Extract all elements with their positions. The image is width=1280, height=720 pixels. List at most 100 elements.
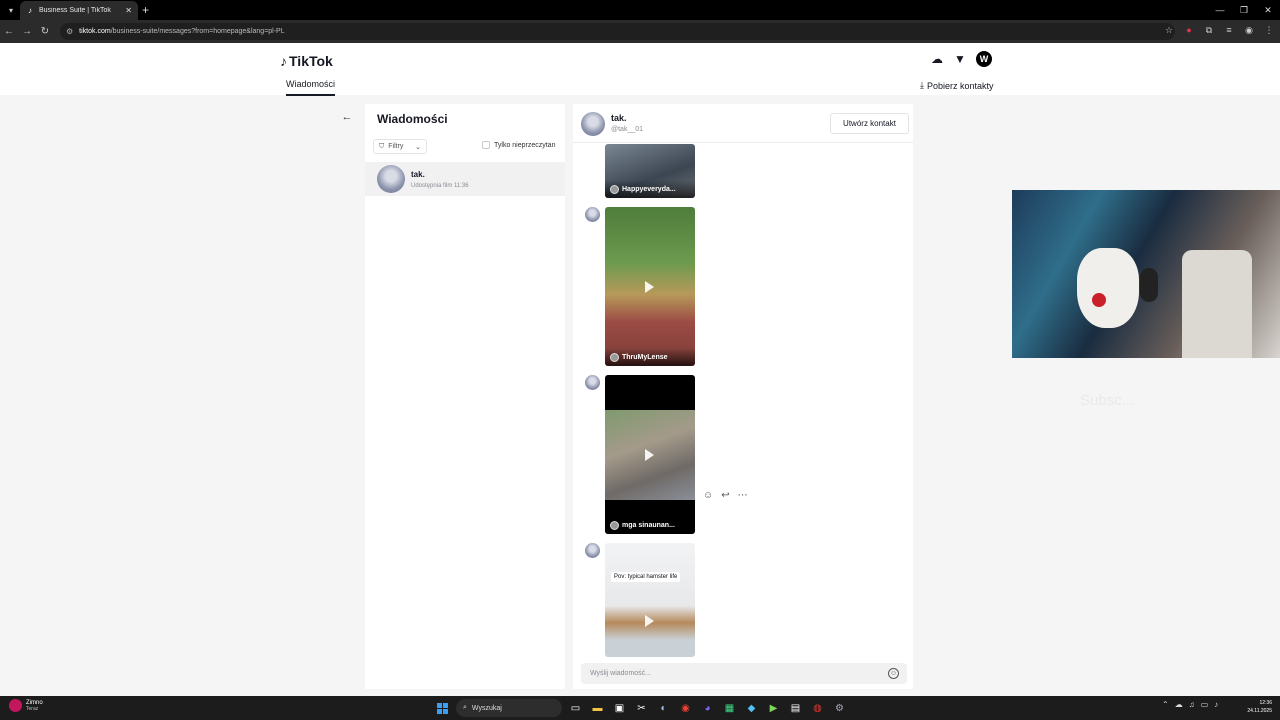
taskbar-search[interactable]: ⌕ Wyszukaj: [456, 699, 562, 717]
webcam-overlay: [1012, 190, 1280, 358]
address-bar-row: ← → ↻ ⚙ tiktok.com /business-suite/messa…: [0, 20, 1280, 43]
media-icon[interactable]: ≡: [1222, 23, 1236, 37]
browser-menu-icon[interactable]: ⋮: [1262, 23, 1276, 37]
video-caption: ThruMyLense: [605, 348, 695, 366]
system-tray: ⌃ ☁ ♫ ▭ ♪: [1162, 700, 1218, 709]
inbox-title: Wiadomości: [377, 112, 448, 126]
conversation-item[interactable]: tak. Udostępnia film 11:36: [365, 162, 565, 196]
task-view-icon[interactable]: ▭: [567, 698, 584, 718]
bookmark-star-icon[interactable]: ☆: [1162, 23, 1176, 37]
reply-icon[interactable]: ↩: [721, 490, 729, 501]
clock-date: 24.11.2025: [1247, 708, 1272, 714]
tab-title: Business Suite | TikTok: [39, 7, 111, 14]
new-tab-button[interactable]: +: [142, 3, 149, 17]
create-contact-button[interactable]: Utwórz kontakt: [830, 113, 909, 134]
app-play-icon[interactable]: ▶: [765, 698, 782, 718]
filters-label: Filtry: [388, 143, 404, 150]
faded-overlay-text: Subsc...: [1080, 392, 1135, 409]
app-dark-icon[interactable]: ▤: [787, 698, 804, 718]
taskbar-search-label: Wyszukaj: [471, 704, 502, 712]
file-explorer-icon[interactable]: ▬: [589, 698, 606, 718]
chrome-icon[interactable]: ◉: [677, 698, 694, 718]
message-list[interactable]: Happyeveryda... ThruMyLense mga sinaunan…: [573, 144, 913, 657]
download-contacts-button[interactable]: ⤓ Pobierz kontakty: [920, 80, 994, 91]
close-window-icon[interactable]: ✕: [1256, 0, 1280, 20]
webcam-chair: [1182, 250, 1252, 358]
emoji-icon[interactable]: ☺: [888, 668, 899, 679]
browser-tab-bar: ▾ ♪ Business Suite | TikTok ✕ + — ❐ ✕: [0, 0, 1280, 20]
profile-icon[interactable]: ◉: [1242, 23, 1256, 37]
discord-icon[interactable]: ◕: [699, 698, 716, 718]
shared-video[interactable]: mga sinaunan...: [605, 375, 695, 534]
logo-text: TikTok: [289, 53, 333, 69]
weather-widget[interactable]: Zimno Teraz: [9, 699, 43, 712]
search-icon: ⌕: [463, 704, 467, 711]
cloud-upload-icon[interactable]: ☁: [930, 52, 944, 66]
tiktok-logo[interactable]: ♪ TikTok: [280, 53, 333, 69]
maximize-icon[interactable]: ❐: [1232, 0, 1256, 20]
tab-messages[interactable]: Wiadomości: [286, 79, 336, 96]
extensions-puzzle-icon[interactable]: ⧉: [1202, 23, 1216, 37]
unread-only-checkbox[interactable]: Tylko nieprzeczytan: [482, 141, 555, 149]
speaker-icon[interactable]: ♪: [1214, 700, 1218, 709]
shared-video[interactable]: Happyeveryda...: [605, 144, 695, 198]
minimize-icon[interactable]: —: [1208, 0, 1232, 20]
capcut-icon[interactable]: ✂: [633, 698, 650, 718]
webcam-headset: [1140, 268, 1158, 302]
video-author: Happyeveryda...: [622, 185, 676, 193]
display-icon[interactable]: ▭: [1201, 700, 1209, 709]
sender-avatar: [585, 543, 600, 558]
shared-video[interactable]: Pov: typical hamster life: [605, 543, 695, 657]
sender-avatar: [585, 207, 600, 222]
settings-gear-icon[interactable]: ⚙: [831, 698, 848, 718]
tiktok-favicon-icon: ♪: [28, 6, 32, 15]
author-avatar: [610, 184, 619, 194]
video-author: mga sinaunan...: [622, 521, 675, 529]
microphone-icon[interactable]: ♫: [1189, 700, 1195, 709]
url-field[interactable]: ⚙ tiktok.com /business-suite/messages?fr…: [60, 23, 1175, 40]
app-red-icon[interactable]: ◍: [809, 698, 826, 718]
filters-dropdown[interactable]: ⛉ Filtry ⌄: [373, 139, 427, 154]
tray-chevron-up-icon[interactable]: ⌃: [1162, 700, 1169, 709]
window-controls: — ❐ ✕: [1208, 0, 1280, 20]
video-caption: mga sinaunan...: [605, 516, 695, 534]
onedrive-cloud-icon[interactable]: ☁: [1175, 700, 1183, 709]
back-arrow-button[interactable]: ←: [340, 110, 354, 124]
app-blue-icon[interactable]: ◆: [743, 698, 760, 718]
taskbar: Zimno Teraz ⌕ Wyszukaj ▭ ▬ ▣ ✂ ◐ ◉ ◕ ▦ ◆…: [0, 696, 1280, 720]
store-icon[interactable]: ▣: [611, 698, 628, 718]
browser-tab[interactable]: ♪ Business Suite | TikTok ✕: [20, 1, 138, 20]
react-emoji-icon[interactable]: ☺: [703, 490, 713, 501]
video-overlay-text: Pov: typical hamster life: [611, 572, 681, 582]
app-green-icon[interactable]: ▦: [721, 698, 738, 718]
account-avatar[interactable]: W: [976, 51, 992, 67]
reload-icon[interactable]: ↻: [36, 26, 54, 37]
browser-toolbar-right: ☆ ● ⧉ ≡ ◉ ⋮: [1162, 23, 1276, 37]
more-icon[interactable]: ⋯: [738, 490, 748, 501]
conversation-avatar: [377, 165, 405, 193]
back-icon[interactable]: ←: [0, 26, 18, 37]
download-icon: ⤓: [920, 80, 924, 90]
tiktok-header: ♪ TikTok Wiadomości ☁ ▼ W ⤓ Pobierz kont…: [0, 43, 1280, 96]
video-caption: Happyeveryda...: [605, 180, 695, 198]
conversation-preview-text: Udostępnia film: [411, 182, 453, 189]
start-windows-icon[interactable]: [434, 698, 451, 718]
shared-video[interactable]: ThruMyLense: [605, 207, 695, 366]
taskbar-clock[interactable]: 12:36 24.11.2025: [1240, 699, 1272, 715]
steam-icon[interactable]: ◐: [655, 698, 672, 718]
chat-panel: tak. @tak__01 Utwórz kontakt Happyeveryd…: [573, 104, 913, 689]
filter-send-icon[interactable]: ▼: [953, 52, 967, 66]
forward-icon[interactable]: →: [18, 26, 36, 37]
tab-search-icon[interactable]: ▾: [3, 3, 19, 17]
checkbox-box[interactable]: [482, 141, 490, 149]
message-input[interactable]: Wyślij wiadomość... ☺: [581, 663, 907, 684]
chevron-down-icon: ⌄: [415, 143, 421, 151]
extension-icon[interactable]: ●: [1182, 23, 1196, 37]
chat-avatar[interactable]: [581, 112, 605, 136]
author-avatar: [610, 520, 619, 530]
tab-close-icon[interactable]: ✕: [125, 6, 132, 15]
site-info-icon[interactable]: ⚙: [66, 27, 73, 36]
download-contacts-label: Pobierz kontakty: [926, 80, 994, 91]
conversation-preview: Udostępnia film 11:36: [411, 183, 469, 189]
webcam-clown-nose: [1092, 293, 1106, 307]
